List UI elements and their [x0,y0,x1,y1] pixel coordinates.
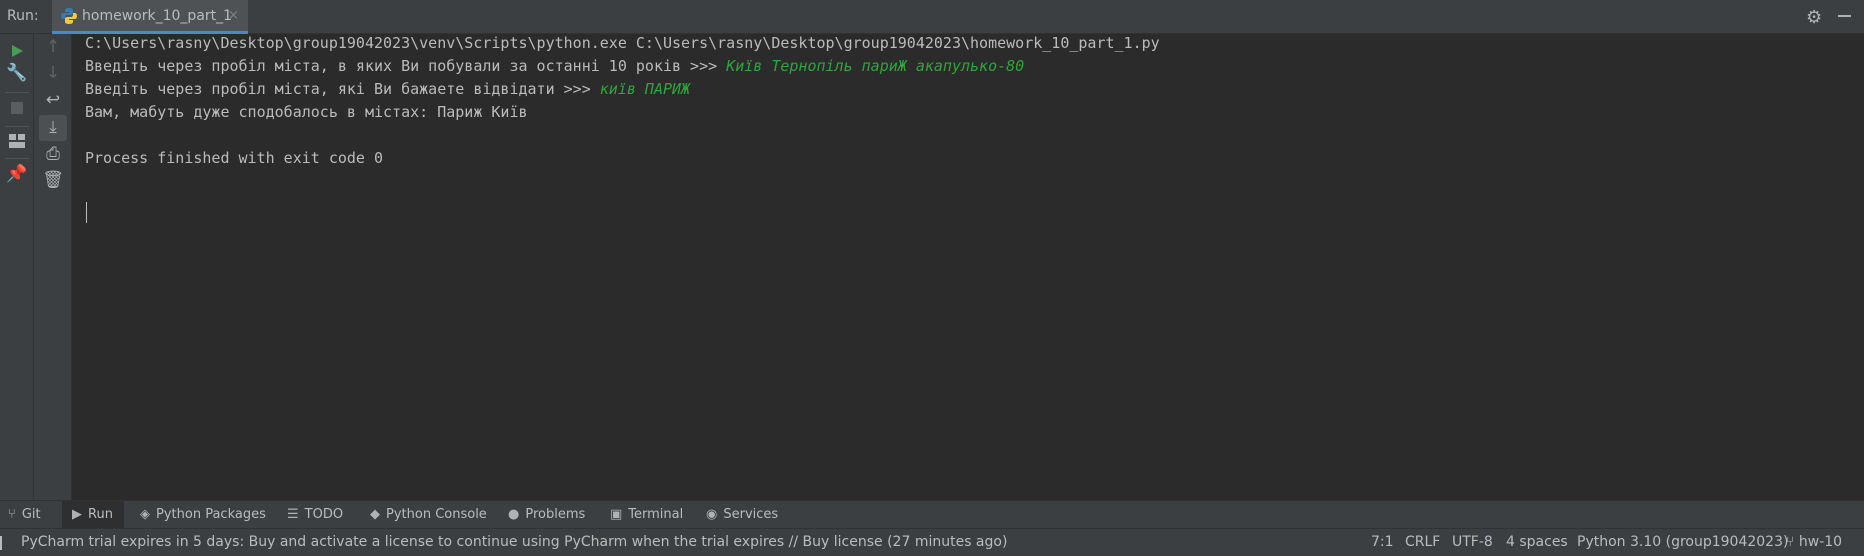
line-separator[interactable]: CRLF [1405,529,1440,556]
trash-icon[interactable]: 🗑 [34,170,72,190]
console-line-exit: Process finished with exit code 0 [85,149,383,167]
problems-icon: ● [508,507,520,522]
git-branch-label: hw-10 [1798,534,1843,550]
toolbar-separator [5,92,29,93]
toolbar-separator [5,158,29,159]
python-icon [61,8,77,24]
file-encoding[interactable]: UTF-8 [1452,529,1493,556]
console-line-command: C:\Users\rasny\Desktop\group19042023\ven… [85,34,1160,52]
caret-position[interactable]: 7:1 [1371,529,1394,556]
tab-python-packages[interactable]: ◈ Python Packages [140,501,280,529]
python-console-icon: ◆ [370,507,380,522]
todo-list-icon: ☰ [287,507,299,522]
indent-setting[interactable]: 4 spaces [1506,529,1568,556]
console-output[interactable]: C:\Users\rasny\Desktop\group19042023\ven… [72,34,1864,500]
python-interpreter[interactable]: Python 3.10 (group19042023) [1577,529,1788,556]
print-icon[interactable]: ⎙ [34,144,72,164]
text-caret [86,202,87,223]
scroll-to-end-icon[interactable]: ⤓ [34,117,72,137]
arrow-down-icon[interactable]: ↓ [34,63,72,83]
result-text: Вам, мабуть дуже сподобалось в містах: П… [85,103,528,121]
toolbar-separator [5,126,29,127]
terminal-icon: ▣ [610,507,623,522]
git-branch[interactable]: ⑂ hw-10 [1786,529,1842,556]
tool-window-bar: ⑂ Git ▶ Run ◈ Python Packages ☰ TODO ◆ Python… [0,500,1864,529]
status-message[interactable]: PyCharm trial expires in 5 days: Buy and… [21,529,1007,556]
run-label: Run: [7,8,39,24]
run-tab-label: homework_10_part_1 [82,8,233,24]
tab-todo[interactable]: ☰ TODO [287,501,357,529]
tab-problems[interactable]: ● Problems [508,501,592,529]
console-line-result: Вам, мабуть дуже сподобалось в містах: П… [85,103,528,121]
run-icon[interactable] [10,44,24,58]
run-toolbar-secondary: ↑ ↓ ↩ ⤓ ⎙ 🗑 [34,34,72,500]
close-tab-icon[interactable]: × [228,8,239,23]
exit-text: Process finished with exit code 0 [85,149,384,167]
user-input-text: Київ Тернопіль париЖ акапулько-80 [726,57,1025,75]
tab-label: Run [88,507,113,522]
tab-label: TODO [304,507,344,522]
run-tool-window-header: Run: homework_10_part_1 × ⚙ [0,0,1864,34]
tab-git[interactable]: ⑂ Git [8,501,48,529]
prompt-text: Введіть через пробіл міста, які Ви бажае… [85,80,600,98]
layout-icon[interactable] [9,134,25,148]
status-indicator [0,536,2,550]
tab-label: Python Console [386,507,487,522]
tab-run[interactable]: ▶ Run [62,501,124,529]
tab-label: Python Packages [156,507,266,522]
tab-label: Terminal [628,507,684,522]
user-input-text: київ ПАРИЖ [599,80,691,98]
minimize-icon[interactable] [1838,15,1851,17]
gear-icon[interactable]: ⚙ [1806,7,1822,28]
packages-icon: ◈ [140,507,150,522]
pin-icon[interactable]: 📌 [0,164,34,184]
run-icon: ▶ [72,507,82,522]
tab-label: Git [21,507,41,522]
git-branch-icon: ⑂ [1786,534,1799,550]
status-bar: PyCharm trial expires in 5 days: Buy and… [0,528,1864,556]
stop-icon[interactable] [11,102,23,114]
services-icon: ◉ [706,507,718,522]
tab-label: Services [723,507,779,522]
soft-wrap-icon[interactable]: ↩ [34,90,72,110]
console-line-prompt-visited: Введіть через пробіл міста, в яких Ви по… [85,57,1024,75]
prompt-text: Введіть через пробіл міста, в яких Ви по… [85,57,727,75]
command-text: C:\Users\rasny\Desktop\group19042023\ven… [85,34,1160,52]
console-line-prompt-wish: Введіть через пробіл міста, які Ви бажае… [85,80,690,98]
tab-python-console[interactable]: ◆ Python Console [370,501,500,529]
arrow-up-icon[interactable]: ↑ [34,37,72,57]
wrench-icon[interactable]: 🔧 [0,63,34,83]
tab-services[interactable]: ◉ Services [706,501,786,529]
tab-label: Problems [525,507,586,522]
run-config-tab[interactable]: homework_10_part_1 × [52,0,248,34]
tab-terminal[interactable]: ▣ Terminal [610,501,694,529]
run-toolbar-primary: 🔧 📌 [0,34,34,500]
git-branch-icon: ⑂ [8,507,16,522]
